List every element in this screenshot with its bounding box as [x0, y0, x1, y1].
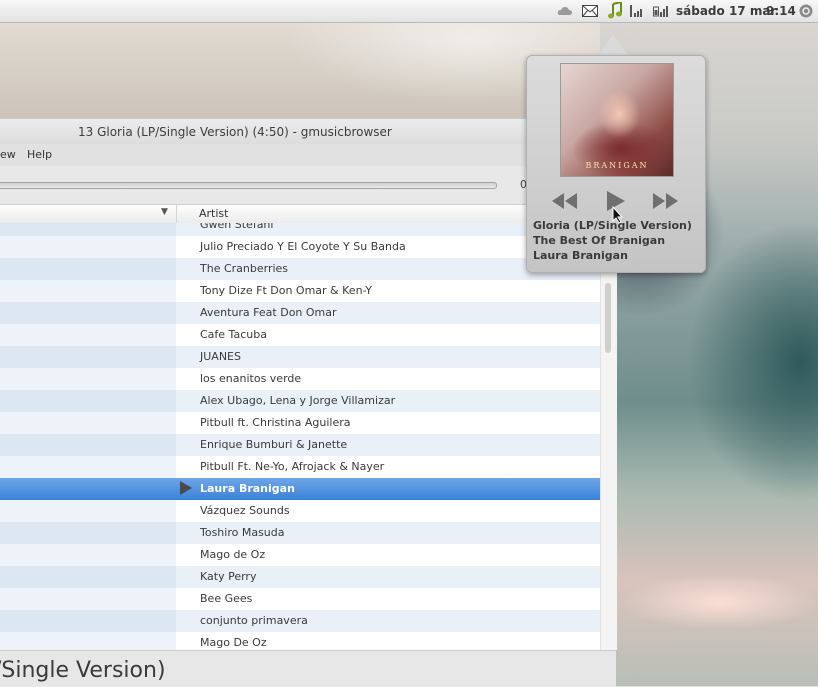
title-bar[interactable]: 13 Gloria (LP/Single Version) (4:50) - g…	[0, 118, 616, 145]
music-note-icon[interactable]	[605, 2, 625, 19]
row-left-column	[0, 223, 176, 236]
song-progress-slider[interactable]	[0, 182, 497, 189]
panel-date[interactable]: sábado 17 mar	[676, 4, 776, 18]
row-left-column	[0, 588, 176, 610]
list-row[interactable]: Pitbull ft. Christina Aguilera	[0, 412, 600, 434]
row-left-column	[0, 236, 176, 258]
row-left-column	[0, 566, 176, 588]
row-left-column	[0, 258, 176, 280]
row-artist: Mago de Oz	[200, 548, 266, 561]
row-left-column	[0, 302, 176, 324]
row-artist: los enanitos verde	[200, 372, 302, 385]
mouse-cursor-icon	[612, 205, 624, 227]
row-artist: Cafe Tacuba	[200, 328, 267, 341]
row-left-column	[0, 522, 176, 544]
power-icon[interactable]	[798, 3, 814, 19]
menu-bar: ew Help	[0, 144, 616, 166]
list-row[interactable]: Mago De Oz	[0, 632, 600, 650]
next-button[interactable]	[651, 193, 679, 209]
column-artist[interactable]: Artist	[199, 207, 228, 220]
popup-album-name: The Best Of Branigan	[533, 234, 666, 247]
popup-artist-name: Laura Branigan	[533, 249, 628, 262]
row-artist: Katy Perry	[200, 570, 257, 583]
now-playing-icon	[180, 481, 192, 495]
row-artist: Aventura Feat Don Omar	[200, 306, 337, 319]
song-list: Gwen Stefani Julio Preciado Y El Coyote Y…	[0, 223, 600, 650]
list-row[interactable]: Gwen Stefani	[0, 223, 600, 236]
row-artist: Pitbull Ft. Ne-Yo, Afrojack & Nayer	[200, 460, 385, 473]
list-column-header: ▼ Artist	[0, 205, 600, 224]
mail-icon[interactable]	[581, 3, 599, 19]
now-playing-bar: /Single Version)	[0, 650, 616, 687]
row-left-column	[0, 412, 176, 434]
window-title: 13 Gloria (LP/Single Version) (4:50) - g…	[78, 125, 392, 139]
list-row[interactable]: Mago de Oz	[0, 544, 600, 566]
list-scrollbar[interactable]	[600, 223, 617, 650]
list-row[interactable]: The Cranberries	[0, 258, 600, 280]
album-cover: BRANIGAN	[560, 63, 674, 177]
row-artist: Vázquez Sounds	[200, 504, 290, 517]
scrollbar-thumb[interactable]	[605, 283, 611, 353]
row-artist: Toshiro Masuda	[200, 526, 285, 539]
popup-pointer	[598, 34, 628, 56]
row-left-column	[0, 478, 176, 500]
list-row[interactable]: Aventura Feat Don Omar	[0, 302, 600, 324]
list-row[interactable]: Vázquez Sounds	[0, 500, 600, 522]
sort-down-icon[interactable]: ▼	[161, 207, 168, 217]
row-left-column	[0, 324, 176, 346]
list-row[interactable]: Bee Gees	[0, 588, 600, 610]
list-row[interactable]: Enrique Bumburi & Janette	[0, 434, 600, 456]
menu-help[interactable]: Help	[27, 148, 52, 161]
list-row[interactable]: Toshiro Masuda	[0, 522, 600, 544]
top-panel: sábado 17 mar 9:14	[0, 0, 818, 23]
list-row[interactable]: Katy Perry	[0, 566, 600, 588]
cloud-icon[interactable]	[556, 3, 574, 19]
row-artist: Bee Gees	[200, 592, 253, 605]
battery-signal-icon[interactable]	[652, 3, 670, 19]
row-artist: conjunto primavera	[200, 614, 308, 627]
panel-time[interactable]: 9:14	[766, 4, 796, 18]
row-left-column	[0, 500, 176, 522]
list-row[interactable]: conjunto primavera	[0, 610, 600, 632]
row-left-column	[0, 544, 176, 566]
list-row[interactable]: Cafe Tacuba	[0, 324, 600, 346]
list-row[interactable]: Pitbull Ft. Ne-Yo, Afrojack & Nayer	[0, 456, 600, 478]
row-left-column	[0, 368, 176, 390]
now-playing-title: /Single Version)	[0, 658, 166, 683]
row-left-column	[0, 434, 176, 456]
list-row[interactable]: Alex Ubago, Lena y Jorge Villamizar	[0, 390, 600, 412]
menu-view[interactable]: ew	[0, 148, 16, 161]
previous-button[interactable]	[551, 193, 579, 209]
list-row[interactable]: los enanitos verde	[0, 368, 600, 390]
list-row[interactable]: Julio Preciado Y El Coyote Y Su Banda	[0, 236, 600, 258]
row-left-column	[0, 390, 176, 412]
row-artist: Enrique Bumburi & Janette	[200, 438, 348, 451]
row-left-column	[0, 632, 176, 650]
row-artist: Gwen Stefani	[200, 223, 274, 231]
row-left-column	[0, 280, 176, 302]
album-logo-text: BRANIGAN	[585, 161, 649, 170]
signal-icon[interactable]	[629, 3, 645, 19]
row-artist: Julio Preciado Y El Coyote Y Su Banda	[200, 240, 406, 253]
list-row-selected[interactable]: Laura Branigan	[0, 478, 600, 500]
row-artist: JUANES	[200, 350, 241, 363]
list-row[interactable]: JUANES	[0, 346, 600, 368]
column-divider[interactable]	[176, 205, 177, 223]
row-left-column	[0, 346, 176, 368]
row-artist: The Cranberries	[200, 262, 289, 275]
row-artist: Laura Branigan	[200, 482, 295, 495]
row-artist: Tony Dize Ft Don Omar & Ken-Y	[200, 284, 372, 297]
row-artist: Alex Ubago, Lena y Jorge Villamizar	[200, 394, 396, 407]
list-row[interactable]: Tony Dize Ft Don Omar & Ken-Y	[0, 280, 600, 302]
gmusicbrowser-window: 13 Gloria (LP/Single Version) (4:50) - g…	[0, 118, 617, 687]
row-left-column	[0, 456, 176, 478]
row-artist: Mago De Oz	[200, 636, 267, 649]
row-artist: Pitbull ft. Christina Aguilera	[200, 416, 351, 429]
row-left-column	[0, 610, 176, 632]
